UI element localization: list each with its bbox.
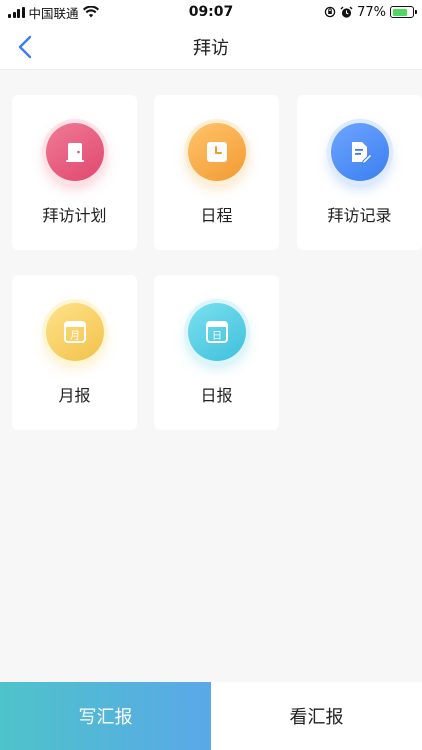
- signal-icon: [8, 6, 25, 18]
- bottom-action-bar: 写汇报 看汇报: [0, 682, 422, 750]
- calendar-glyph: 日: [212, 331, 222, 342]
- door-icon: [45, 123, 104, 181]
- tile-label: 月报: [58, 386, 91, 405]
- tile-visit-record[interactable]: 拜访记录: [297, 95, 422, 250]
- tile-schedule[interactable]: 日程: [154, 95, 279, 250]
- tile-label: 拜访记录: [327, 206, 392, 225]
- tile-label: 日报: [200, 386, 233, 405]
- battery-icon: [390, 6, 417, 18]
- rotation-lock-icon: [324, 6, 336, 18]
- page-title: 拜访: [193, 38, 229, 59]
- document-edit-icon: [330, 123, 389, 181]
- calendar-month-icon: 月: [45, 303, 104, 361]
- status-left: 中国联通: [8, 3, 99, 22]
- nav-bar: 拜访: [0, 24, 422, 70]
- battery-percent: 77%: [357, 4, 386, 20]
- tile-label: 日程: [200, 206, 233, 225]
- carrier-name: 中国联通: [28, 5, 79, 21]
- status-bar: 中国联通 09:07 77%: [0, 0, 422, 24]
- calendar-glyph: 月: [70, 330, 80, 342]
- alarm-icon: [340, 6, 353, 18]
- tile-label: 拜访计划: [42, 206, 107, 225]
- wifi-icon: [82, 6, 99, 18]
- clock-icon: [187, 123, 246, 181]
- view-report-button[interactable]: 看汇报: [211, 682, 422, 750]
- tile-visit-plan[interactable]: 拜访计划: [12, 95, 137, 250]
- tile-daily-report[interactable]: 日 日报: [154, 275, 279, 430]
- calendar-day-icon: 日: [187, 303, 246, 361]
- tile-monthly-report[interactable]: 月 月报: [12, 275, 137, 430]
- status-right: 77%: [324, 4, 417, 20]
- write-report-button[interactable]: 写汇报: [0, 682, 211, 750]
